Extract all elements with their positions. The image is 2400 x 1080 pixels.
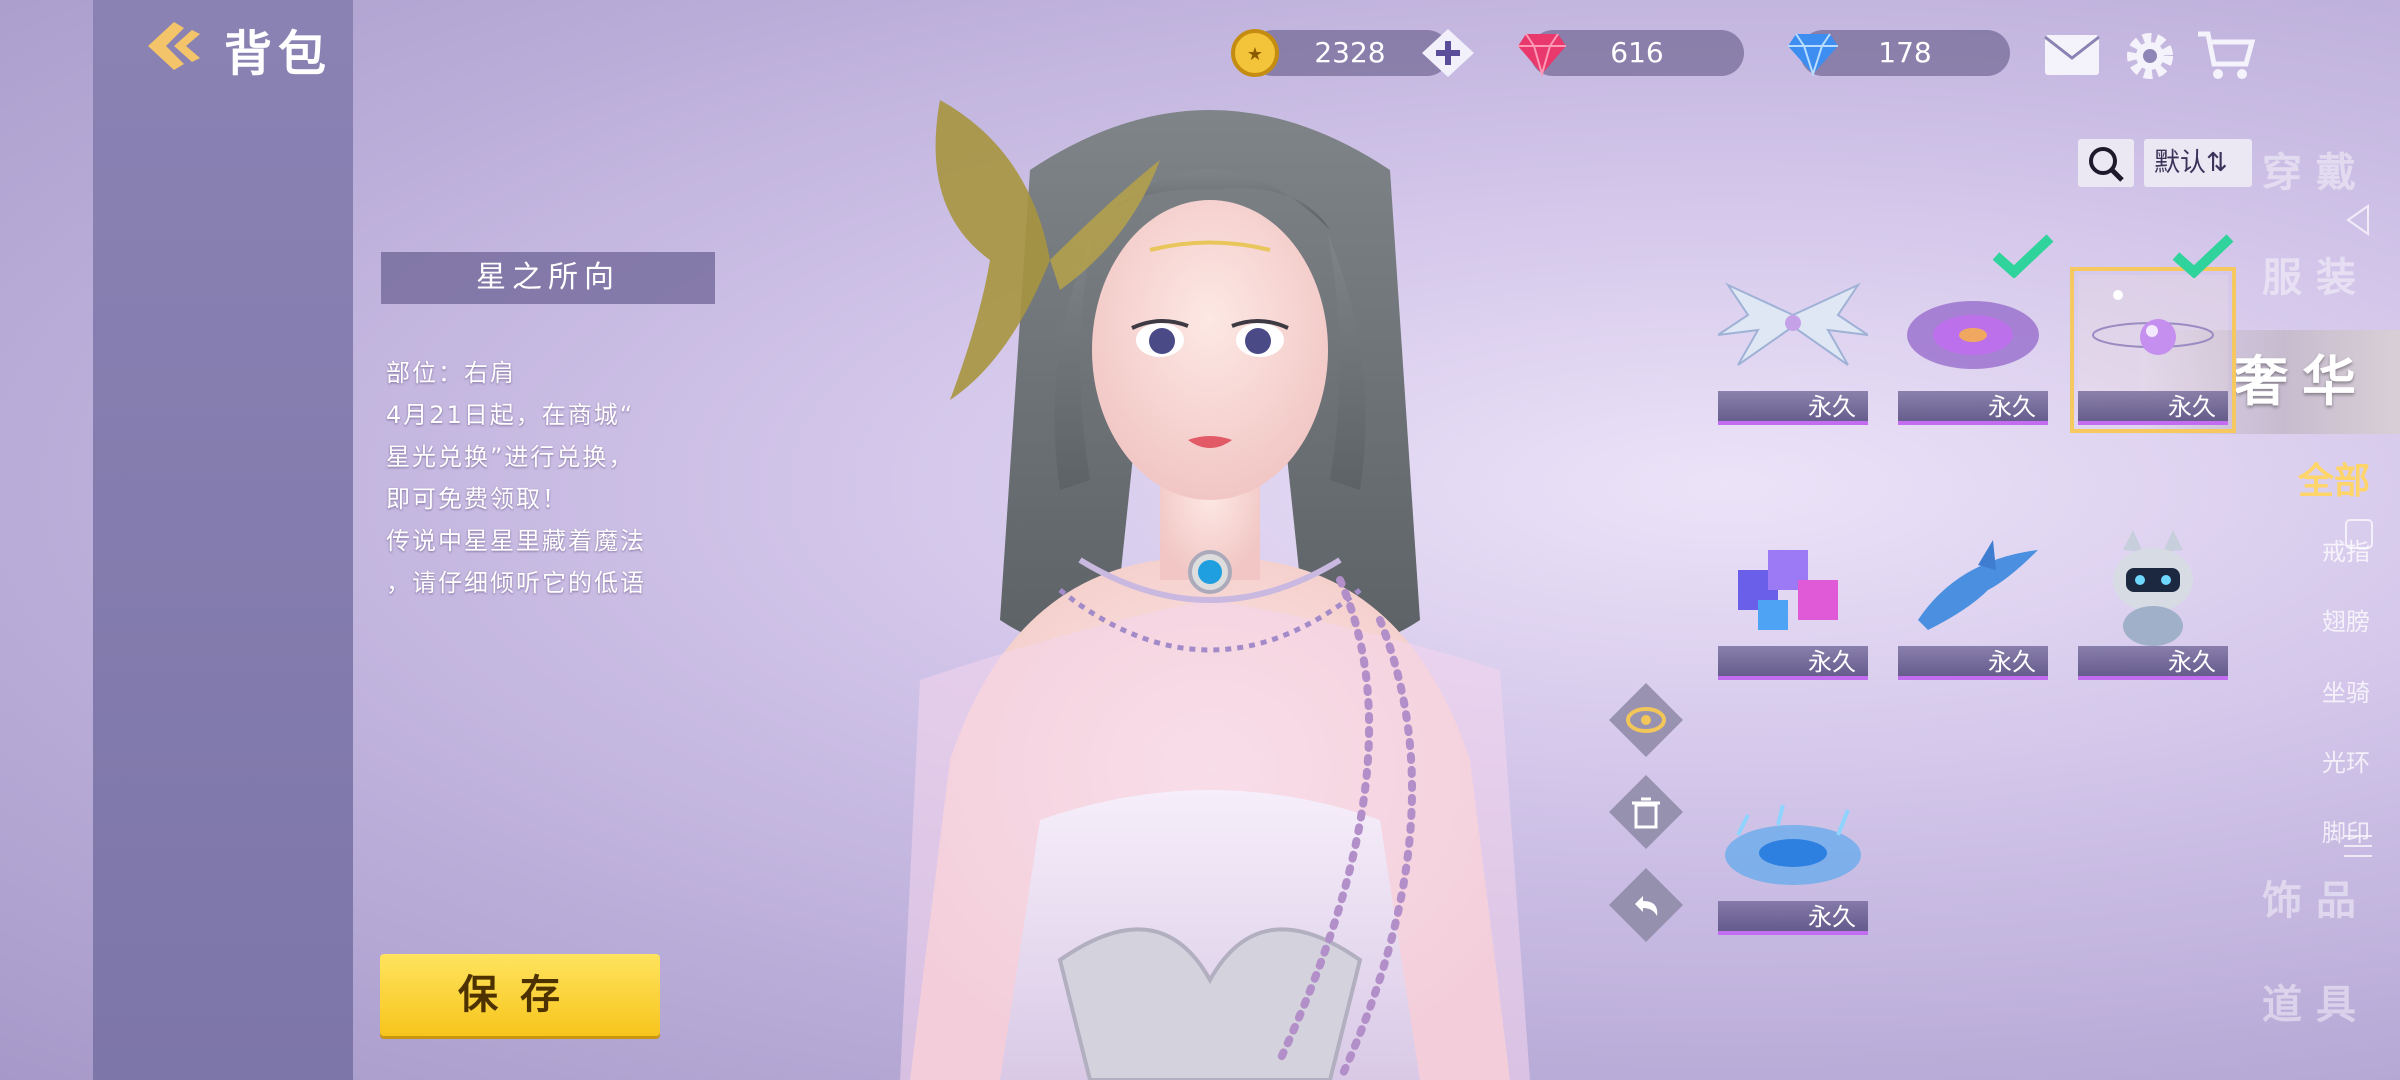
item-duration: 永久	[2078, 646, 2228, 680]
sidebar	[93, 0, 353, 1080]
cube-mount-icon	[1738, 550, 1838, 630]
mail-icon[interactable]	[2042, 28, 2102, 82]
shop-cart-icon[interactable]	[2196, 28, 2256, 82]
item-name: 星之所向	[381, 252, 715, 304]
delete-trash-icon[interactable]	[1607, 773, 1685, 851]
nav-home-icon[interactable]	[2340, 514, 2376, 554]
subcategory-mount[interactable]: 坐骑	[2322, 673, 2370, 708]
blue-diamond-icon	[1788, 33, 1838, 76]
inventory-slot[interactable]: 永久	[2078, 530, 2228, 680]
settings-gear-icon[interactable]	[2122, 28, 2178, 84]
dolphin-mount-icon	[1918, 540, 2038, 630]
inventory-slot-selected[interactable]: 永久	[2070, 267, 2236, 433]
nav-recent-icon[interactable]	[2340, 826, 2376, 866]
item-duration: 永久	[1718, 646, 1868, 680]
category-accessories[interactable]: 饰品	[2140, 868, 2400, 926]
item-duration: 永久	[2078, 391, 2228, 425]
item-duration: 永久	[1718, 901, 1868, 935]
search-icon	[2089, 147, 2124, 182]
character-avatar	[900, 100, 1530, 1080]
star-orb-icon	[2092, 290, 2214, 355]
add-currency-icon[interactable]	[1420, 27, 1476, 79]
save-button[interactable]: 保存	[380, 954, 660, 1036]
description-line: ，请仔细倾听它的低语	[386, 569, 646, 597]
equipped-check-icon	[2172, 234, 2234, 278]
item-duration: 永久	[1898, 391, 2048, 425]
pink-gem-icon	[1518, 33, 1566, 76]
undo-arrow-icon[interactable]	[1607, 866, 1685, 944]
description-line: 星光兑换”进行兑换，	[386, 443, 635, 471]
inventory-slot[interactable]: 永久	[1717, 275, 1869, 425]
item-duration: 永久	[1718, 391, 1868, 425]
back-arrow-icon[interactable]	[140, 16, 210, 76]
page-title: 背包	[224, 26, 333, 82]
purple-halo-icon	[1907, 301, 2039, 369]
diamond-amount: 178	[1878, 36, 1932, 69]
inventory-slot[interactable]: 永久	[1718, 785, 1868, 935]
inventory-slot[interactable]: 永久	[1718, 530, 1868, 680]
svg-text:★: ★	[1247, 44, 1263, 65]
water-splash-icon	[1725, 804, 1861, 885]
inventory-slot[interactable]: 永久	[1898, 275, 2048, 425]
description-line: 4月21日起，在商城“	[386, 401, 635, 429]
subcategory-wings[interactable]: 翅膀	[2322, 602, 2370, 637]
equipped-check-icon	[1992, 234, 2054, 278]
item-description: 部位：右肩 4月21日起，在商城“ 星光兑换”进行兑换， 即可免费领取！ 传说中…	[386, 352, 706, 604]
description-line: 传说中星星里藏着魔法	[386, 527, 646, 555]
nav-back-icon[interactable]	[2340, 200, 2376, 240]
inventory-slot[interactable]: 永久	[1898, 530, 2048, 680]
category-props[interactable]: 道具	[2140, 972, 2400, 1030]
preview-eye-icon[interactable]	[1607, 681, 1685, 759]
gem-amount: 616	[1610, 36, 1664, 69]
description-line: 部位：右肩	[386, 359, 516, 387]
crystal-wings-icon	[1717, 282, 1869, 366]
gold-amount: 2328	[1314, 36, 1386, 69]
sort-dropdown[interactable]: 默认⇅	[2144, 139, 2252, 187]
subcategory-halo[interactable]: 光环	[2322, 743, 2370, 778]
description-line: 即可免费领取！	[386, 485, 568, 513]
item-duration: 永久	[1898, 646, 2048, 680]
search-button[interactable]	[2078, 139, 2134, 187]
gold-coin-icon: ★	[1231, 29, 1279, 77]
robot-cat-icon	[2113, 530, 2193, 646]
subcategory-all[interactable]: 全部	[2298, 452, 2370, 504]
